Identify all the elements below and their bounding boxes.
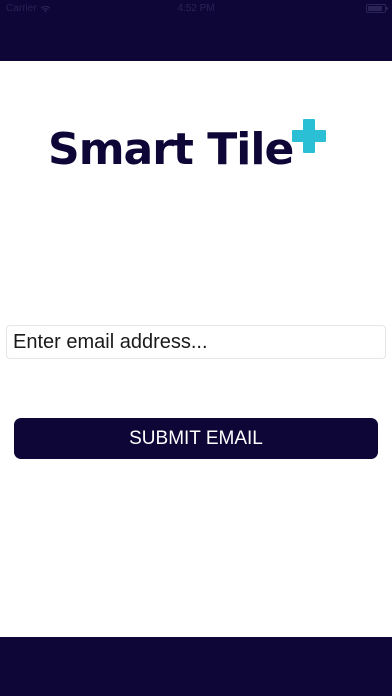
status-time: 4:52 PM xyxy=(177,3,215,14)
top-header-bar: Carrier 4:52 PM xyxy=(0,0,392,61)
email-field[interactable] xyxy=(6,325,386,359)
smart-tile-logo: Smart Tile xyxy=(48,118,327,178)
bottom-footer-bar xyxy=(0,637,392,696)
logo-text: Smart Tile xyxy=(48,124,294,175)
status-right xyxy=(366,4,388,13)
plus-icon xyxy=(292,119,327,153)
battery-icon xyxy=(366,4,388,13)
status-bar: Carrier 4:52 PM xyxy=(0,0,392,20)
submit-email-button[interactable]: SUBMIT EMAIL xyxy=(14,418,378,459)
